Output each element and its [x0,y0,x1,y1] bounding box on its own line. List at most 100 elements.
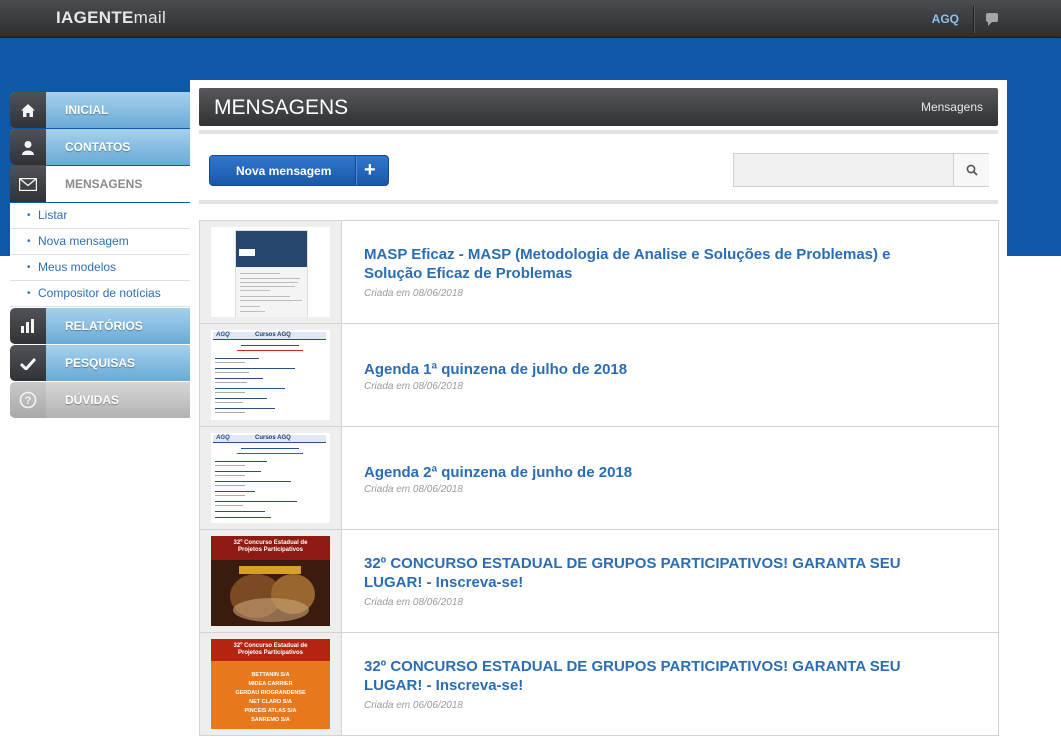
message-title[interactable]: 32º CONCURSO ESTADUAL DE GRUPOS PARTICIP… [364,554,924,592]
plus-icon: + [364,159,376,181]
search-input[interactable] [734,154,952,186]
thumbnail-line [240,311,265,312]
thumbnail-header: AGQ Cursos AGQ [213,332,326,340]
new-message-label: Nova mensagem [236,164,332,178]
poster-company: NET CLARO S/A [249,699,292,705]
message-list: MASP Eficaz - MASP (Metodologia de Anali… [199,220,999,736]
thumbnail-line [240,278,300,279]
submenu-compositor-noticias[interactable]: Compositor de notícias [10,281,190,307]
submenu-label: Nova mensagem [38,234,129,248]
topbar-divider [973,6,974,33]
poster-company: BETTANIN S/A [251,672,289,678]
message-title[interactable]: MASP Eficaz - MASP (Metodologia de Anali… [364,245,924,283]
thumbnail-line [215,511,265,512]
sidebar-item-label: PESQUISAS [65,356,136,370]
check-icon [10,345,46,381]
message-title[interactable]: Agenda 1ª quinzena de julho de 2018 [364,360,924,379]
thumbnail-line [215,362,245,363]
thumbnail-line [241,345,299,346]
poster-company: SANREMO S/A [251,717,290,723]
logo-bold: IAGENTE [56,8,134,27]
sidebar-item-label: CONTATOS [65,140,131,154]
thumbnail-header-right: Cursos AGQ [255,332,291,338]
thumbnail-cell: 32º Concurso Estadual de Projetos Partic… [200,633,342,735]
sidebar-item-pesquisas[interactable]: PESQUISAS [10,345,190,381]
divider [199,200,998,204]
new-message-button[interactable]: Nova mensagem + [209,155,389,186]
message-date: Criada em 08/06/2018 [364,381,463,392]
message-date: Criada em 08/06/2018 [364,597,463,608]
thumbnail-line [215,378,263,379]
chat-icon[interactable] [986,13,998,26]
app-logo[interactable]: IAGENTEmail [56,8,166,28]
sidebar-item-relatorios[interactable]: RELATÓRIOS [10,308,190,344]
thumbnail-header-left: AGQ [216,332,230,338]
message-row[interactable]: 32º Concurso Estadual de Projetos Partic… [199,529,999,632]
envelope-icon [10,166,46,202]
page-title: MENSAGENS [214,96,349,119]
user-icon [10,129,46,165]
contest-poster-image: 32º Concurso Estadual de Projetos Partic… [211,639,330,729]
message-thumbnail[interactable]: AGQ Cursos AGQ [211,330,330,420]
submenu-label: Listar [38,208,68,222]
thumbnail-header: AGQ Cursos AGQ [213,435,326,443]
thumbnail-cell: AGQ Cursos AGQ [200,427,342,529]
sidebar-item-mensagens[interactable]: MENSAGENS [10,166,199,202]
bar-chart-icon [10,308,46,344]
contest-poster-image: 32º Concurso Estadual de Projetos Partic… [211,536,330,626]
sidebar-item-contatos[interactable]: CONTATOS [10,129,190,165]
message-title[interactable]: 32º CONCURSO ESTADUAL DE GRUPOS PARTICIP… [364,657,924,695]
thumbnail-preview [235,230,308,317]
thumbnail-line [215,485,245,486]
thumbnail-line [237,453,303,454]
thumbnail-line [215,408,275,409]
message-row[interactable]: 32º Concurso Estadual de Projetos Partic… [199,632,999,736]
thumbnail-line [215,505,243,506]
search-button[interactable] [953,154,989,186]
message-thumbnail[interactable]: 32º Concurso Estadual de Projetos Partic… [211,639,330,729]
thumbnail-line [215,358,259,359]
sidebar-item-duvidas[interactable]: ? DÚVIDAS [10,382,190,418]
message-date: Criada em 06/06/2018 [364,700,463,711]
breadcrumb[interactable]: Mensagens [921,100,983,114]
thumbnail-line [215,368,295,369]
message-thumbnail[interactable] [211,227,330,317]
thumbnail-line [240,273,280,274]
submenu-meus-modelos[interactable]: Meus modelos [10,255,190,281]
thumbnail-line [241,448,299,449]
submenu-nova-mensagem[interactable]: Nova mensagem [10,229,190,255]
message-title[interactable]: Agenda 2ª quinzena de junho de 2018 [364,463,924,482]
thumbnail-line [240,296,290,297]
thumbnail-line [215,475,245,476]
thumbnail-cell: AGQ Cursos AGQ [200,324,342,426]
poster-title-line2: Projetos Participativos [238,650,304,656]
sidebar-item-label: INICIAL [65,103,109,117]
message-thumbnail[interactable]: 32º Concurso Estadual de Projetos Partic… [211,536,330,626]
search-icon [966,164,978,176]
thumbnail-preview: AGQ Cursos AGQ [211,330,330,420]
question-icon: ? [10,382,46,418]
thumbnail-line [215,402,243,403]
user-account[interactable]: AGQ [932,12,959,26]
home-icon [10,92,46,128]
sidebar-item-inicial[interactable]: INICIAL [10,92,190,128]
message-thumbnail[interactable]: AGQ Cursos AGQ [211,433,330,523]
search-box [733,153,989,187]
submenu-label: Meus modelos [38,260,117,274]
thumbnail-line [215,461,267,462]
thumbnail-cell [200,221,342,323]
sidebar-item-label: RELATÓRIOS [65,319,143,333]
divider [199,130,998,134]
thumbnail-line [215,481,291,482]
poster-company: GERDAU RIOGRANDENSE [235,690,306,696]
thumbnail-line [240,290,270,291]
submenu-listar[interactable]: Listar [10,203,190,229]
thumbnail-line [237,350,303,351]
thumbnail-line [215,398,267,399]
thumbnail-logo [239,249,255,256]
message-row[interactable]: AGQ Cursos AGQ [199,426,999,529]
thumbnail-line [215,388,285,389]
thumbnail-banner [236,231,307,267]
message-row[interactable]: MASP Eficaz - MASP (Metodologia de Anali… [199,220,999,323]
message-row[interactable]: AGQ Cursos AGQ [199,323,999,426]
